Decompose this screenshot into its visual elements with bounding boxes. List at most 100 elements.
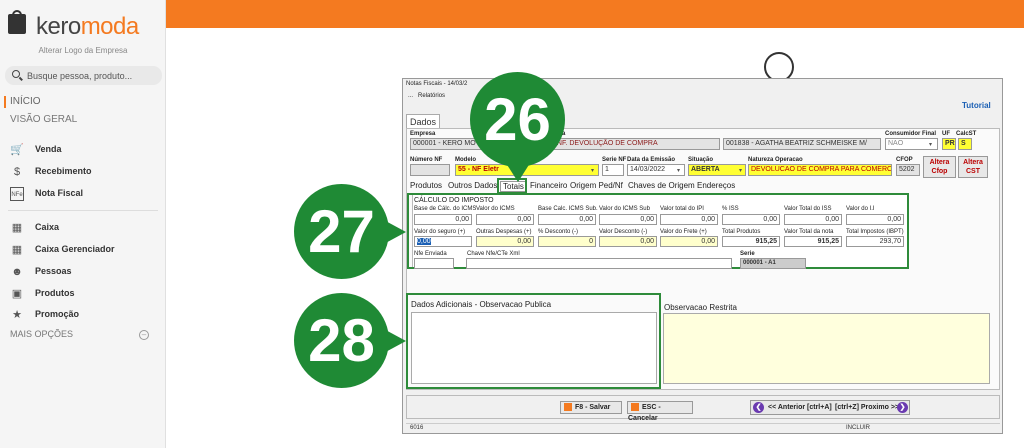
cancel-icon xyxy=(631,403,639,411)
tab-financeiro[interactable]: Financeiro xyxy=(530,181,567,192)
total-field[interactable]: 0,00 xyxy=(846,214,904,225)
nav-item-promocao[interactable]: ★ Promoção xyxy=(10,308,160,324)
chave-nfe-label: Chave Nfe/CTe Xml xyxy=(467,251,520,257)
nav-item-venda[interactable]: 🛒 Venda xyxy=(10,143,160,159)
nav-item-produtos[interactable]: ▣ Produtos xyxy=(10,287,160,303)
nav-mais-opcoes[interactable]: MAIS OPÇÕES xyxy=(10,329,73,339)
save-button[interactable]: F8 - Salvar xyxy=(560,401,622,414)
total-field[interactable]: 0,00 xyxy=(599,236,657,247)
nav-item-pessoas[interactable]: ☻ Pessoas xyxy=(10,265,160,281)
total-field[interactable]: 293,70 xyxy=(846,236,904,247)
situacao-select[interactable]: ABERTA xyxy=(688,164,746,176)
tab-origem-ped-nf[interactable]: Origem Ped/Nf xyxy=(570,181,623,192)
total-field[interactable]: 0,00 xyxy=(599,214,657,225)
nav-visao-geral[interactable]: VISÃO GERAL xyxy=(10,114,77,125)
total-label: Valor do ICMS Sub xyxy=(599,206,650,212)
obs-publica-textarea[interactable] xyxy=(411,312,657,384)
nav-prev-next-group: ❮ << Anterior [ctrl+A] [ctrl+Z] Proximo … xyxy=(750,400,910,415)
total-field[interactable]: 0,00 xyxy=(414,214,472,225)
window-menu: ... Relatórios xyxy=(408,93,445,99)
total-field[interactable]: 0,00 xyxy=(538,214,596,225)
altera-cfop-button[interactable]: Altera Cfop xyxy=(923,156,956,178)
badge-28: 28 xyxy=(294,293,389,388)
tag-icon: ★ xyxy=(12,309,22,321)
nav-item-label: Caixa xyxy=(35,222,60,232)
badge-pointer xyxy=(504,160,532,182)
natureza-label: Natureza Operacao xyxy=(748,157,803,163)
empresa-label: Empresa xyxy=(410,131,436,137)
total-label: Total Produtos xyxy=(722,229,761,235)
cash-manager-icon: ▦ xyxy=(11,244,23,256)
total-label: Valor do ICMS xyxy=(476,206,515,212)
nav-item-label: Produtos xyxy=(35,288,75,298)
numero-nf-field[interactable] xyxy=(410,164,450,176)
window-title: Notas Fiscais - 14/03/2 xyxy=(406,81,468,87)
brand-name: keromoda xyxy=(36,13,139,40)
nav-item-label: Caixa Gerenciador xyxy=(35,244,115,254)
total-field[interactable]: 0,00 xyxy=(476,214,534,225)
obs-restrita-textarea[interactable] xyxy=(663,313,990,384)
cancel-button[interactable]: ESC - Cancelar xyxy=(627,401,693,422)
logo[interactable]: keromoda xyxy=(6,8,166,40)
arrow-right-icon[interactable]: ❯ xyxy=(897,402,908,413)
tab-chaves-origem[interactable]: Chaves de Origem xyxy=(628,181,695,192)
callout-26: 26 xyxy=(470,72,565,182)
alter-logo-link[interactable]: Alterar Logo da Empresa xyxy=(0,46,166,55)
proximo-button[interactable]: [ctrl+Z] Proximo >> xyxy=(835,402,899,413)
menu-dots[interactable]: ... xyxy=(408,93,413,99)
total-label: Valor do Frete (+) xyxy=(660,229,707,235)
tutorial-link[interactable]: Tutorial xyxy=(962,101,991,110)
pessoa-field[interactable]: 001838 - AGATHA BEATRIZ SCHMEISKE M/ xyxy=(723,138,881,150)
badge-pointer xyxy=(380,327,406,355)
calcst-field[interactable]: S xyxy=(958,138,972,150)
anterior-button[interactable]: << Anterior [ctrl+A] xyxy=(768,402,832,413)
total-field[interactable]: 0,00 xyxy=(414,236,472,247)
top-bar xyxy=(166,0,1024,28)
nfe-icon: NFe xyxy=(10,187,24,201)
total-label: Valor Desconto (-) xyxy=(599,229,648,235)
nav-item-label: Nota Fiscal xyxy=(35,188,84,198)
nfe-enviada-label: Nfe Enviada xyxy=(414,251,447,257)
total-field[interactable]: 0,00 xyxy=(660,236,718,247)
total-field[interactable]: 915,25 xyxy=(784,236,842,247)
nav-item-label: Promoção xyxy=(35,309,80,319)
uf-field[interactable]: PR xyxy=(942,138,956,150)
obs-restrita-label: Observacao Restrita xyxy=(664,303,737,312)
total-field[interactable]: 915,25 xyxy=(722,236,780,247)
chevron-down-icon: ▾ xyxy=(739,168,743,174)
chave-nfe-field[interactable] xyxy=(466,258,732,269)
total-label: Outras Despesas (+) xyxy=(476,229,532,235)
chevron-down-icon: ▾ xyxy=(929,142,933,148)
nfe-enviada-field[interactable] xyxy=(414,258,454,269)
nav-item-caixa-gerenciador[interactable]: ▦ Caixa Gerenciador xyxy=(10,243,160,259)
total-field[interactable]: 0 xyxy=(538,236,596,247)
tab-outros-dados[interactable]: Outros Dados xyxy=(448,181,497,192)
arrow-left-icon[interactable]: ❮ xyxy=(753,402,764,413)
total-field[interactable]: 0,00 xyxy=(784,214,842,225)
serie-totais-field[interactable]: 000001 - A1 xyxy=(740,258,806,269)
total-field[interactable]: 0,00 xyxy=(660,214,718,225)
tab-dados[interactable]: Dados xyxy=(406,114,440,128)
natureza-field[interactable]: DEVOLUCAO DE COMPRA PARA COMERCI xyxy=(748,164,892,176)
status-mode: INCLUIR xyxy=(846,425,871,431)
cash-register-icon: ▦ xyxy=(11,222,23,234)
serie-label: Serie NF xyxy=(602,157,627,163)
badge-27: 27 xyxy=(294,184,389,279)
nav-item-caixa[interactable]: ▦ Caixa xyxy=(10,221,160,237)
consumidor-label: Consumidor Final xyxy=(885,131,936,137)
nav-inicio[interactable]: INÍCIO xyxy=(10,96,41,107)
nav-item-nota-fiscal[interactable]: NFe Nota Fiscal xyxy=(10,187,160,203)
nav-item-recebimento[interactable]: $ Recebimento xyxy=(10,165,160,181)
menu-relatorios[interactable]: Relatórios xyxy=(418,93,445,99)
tab-enderecos[interactable]: Endereços xyxy=(697,181,735,192)
chevron-down-icon: ▾ xyxy=(677,168,681,174)
serie-field[interactable]: 1 xyxy=(602,164,624,176)
total-field[interactable]: 0,00 xyxy=(722,214,780,225)
altera-cst-button[interactable]: Altera CST xyxy=(958,156,988,178)
expand-icon[interactable]: – xyxy=(139,330,149,340)
shopping-bag-icon xyxy=(8,14,26,34)
cfop-field[interactable]: 5202 xyxy=(896,164,920,176)
total-field[interactable]: 0,00 xyxy=(476,236,534,247)
badge-pointer xyxy=(380,218,406,246)
tab-produtos[interactable]: Produtos xyxy=(410,181,442,192)
